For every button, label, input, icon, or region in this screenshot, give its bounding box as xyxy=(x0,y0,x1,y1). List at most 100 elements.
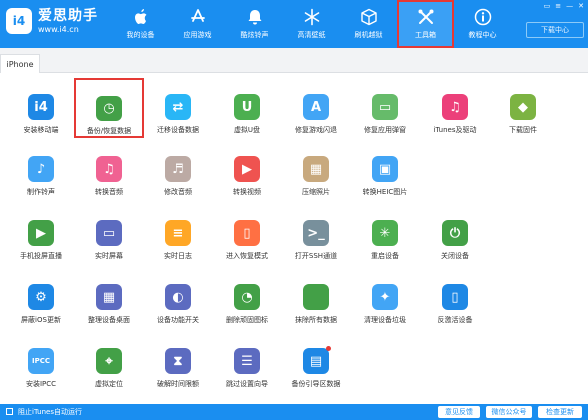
wechat-button[interactable]: 微信公众号 xyxy=(486,406,532,418)
tool-desktop-organize[interactable]: ▦ 整理设备桌面 xyxy=(74,268,144,328)
nav-toolbox[interactable]: 工具箱 xyxy=(397,0,454,48)
main-nav: 我的设备 应用游戏 酷炫铃声 高清壁纸 刷机越狱 工具箱 教程中心 xyxy=(112,0,511,48)
tool-heic-photo[interactable]: ▣ 转换HEIC图片 xyxy=(350,140,420,200)
tool-ringtone-bell[interactable]: ♪ 制作铃声 xyxy=(6,140,76,200)
tool-firmware-cube[interactable]: ◆ 下载固件 xyxy=(488,78,558,138)
live-screen-icon: ▭ xyxy=(96,220,122,246)
tool-skip-setup[interactable]: ☰ 跳过设置向导 xyxy=(212,332,282,392)
nav-ringtones[interactable]: 酷炫铃声 xyxy=(226,0,283,48)
tool-screen-cast[interactable]: ▶ 手机投屏直播 xyxy=(6,204,76,264)
video-convert-icon: ▶ xyxy=(234,156,260,182)
ipcc-icon: IPCC xyxy=(28,348,54,374)
tool-label: 修复应用弹窗 xyxy=(364,126,406,134)
tab-iphone[interactable]: iPhone xyxy=(0,54,40,73)
boot-backup-icon: ▤ xyxy=(303,348,329,374)
ringtone-bell-icon: ♪ xyxy=(28,156,54,182)
tool-label: 转换视频 xyxy=(233,188,261,196)
tool-ipcc[interactable]: IPCC 安装IPCC xyxy=(6,332,76,392)
tool-label: 关闭设备 xyxy=(441,252,469,260)
tool-block-update-gear[interactable]: ⚙ 屏蔽iOS更新 xyxy=(6,268,76,328)
tool-boot-backup[interactable]: ▤ 备份引导区数据 xyxy=(281,332,351,392)
migrate-phone-icon: ⇄ xyxy=(165,94,191,120)
tool-deactivate-device[interactable]: ▯ 反激活设备 xyxy=(420,268,490,328)
top-header: i4 爱思助手 www.i4.cn 我的设备 应用游戏 酷炫铃声 高清壁纸 刷机… xyxy=(0,0,588,48)
nav-tutorials[interactable]: 教程中心 xyxy=(454,0,511,48)
tool-label: 进入恢复模式 xyxy=(226,252,268,260)
audio-convert-icon: ♫ xyxy=(96,156,122,182)
tool-photo-compress[interactable]: ▦ 压缩照片 xyxy=(281,140,351,200)
tool-feature-toggle[interactable]: ◐ 设备功能开关 xyxy=(143,268,213,328)
i4-logo-icon: i4 xyxy=(6,8,32,34)
app-popup-icon: ▭ xyxy=(372,94,398,120)
nav-flash-jailbreak[interactable]: 刷机越狱 xyxy=(340,0,397,48)
tool-usb-drive[interactable]: U 虚拟U盘 xyxy=(212,78,282,138)
tool-location-pin[interactable]: ⌖ 虚拟定位 xyxy=(74,332,144,392)
tool-restart-spinner[interactable]: ✳ 重启设备 xyxy=(350,204,420,264)
tool-erase-apple[interactable]: 抹除所有数据 xyxy=(281,268,351,328)
download-center-button[interactable]: 下载中心 xyxy=(526,22,584,38)
app-url: www.i4.cn xyxy=(38,24,79,34)
tool-hourglass[interactable]: ⧗ 破解时间限额 xyxy=(143,332,213,392)
tool-video-convert[interactable]: ▶ 转换视频 xyxy=(212,140,282,200)
clean-broom-icon: ✦ xyxy=(372,284,398,310)
minimize-icon[interactable]: — xyxy=(566,2,573,10)
new-badge-dot xyxy=(326,346,331,351)
tool-audio-edit[interactable]: ♬ 修改音频 xyxy=(143,140,213,200)
check-update-button[interactable]: 检查更新 xyxy=(538,406,582,418)
power-icon: ⏻ xyxy=(442,220,468,246)
tool-label: 修复游戏闪退 xyxy=(295,126,337,134)
window-controls: ▭ ≡ — ✕ xyxy=(544,2,584,10)
info-icon xyxy=(474,8,492,26)
photo-compress-icon: ▦ xyxy=(303,156,329,182)
tool-label: 修改音频 xyxy=(164,188,192,196)
box-icon xyxy=(360,8,378,26)
tool-label: 压缩照片 xyxy=(302,188,330,196)
tool-ssh-terminal[interactable]: >_ 打开SSH通道 xyxy=(281,204,351,264)
erase-apple-icon xyxy=(303,284,329,310)
tool-live-screen[interactable]: ▭ 实时屏幕 xyxy=(74,204,144,264)
apple-icon xyxy=(132,8,150,26)
tool-audio-convert[interactable]: ♫ 转换音频 xyxy=(74,140,144,200)
close-icon[interactable]: ✕ xyxy=(578,2,584,10)
toolbox-grid: i4 安装移动端 ◷ 备份/恢复数据 ⇄ 迁移设备数据 U 虚拟U盘 A 修复游戏闪退 ▭ 修复应用弹… xyxy=(0,78,588,400)
app-logo: i4 爱思助手 www.i4.cn xyxy=(6,8,98,34)
delete-icon-pie-icon: ◔ xyxy=(234,284,260,310)
tool-label: 虚拟U盘 xyxy=(233,126,261,134)
tool-power[interactable]: ⏻ 关闭设备 xyxy=(420,204,490,264)
tool-i4-app[interactable]: i4 安装移动端 xyxy=(6,78,76,138)
block-itunes-checkbox[interactable] xyxy=(6,408,13,415)
desktop-organize-icon: ▦ xyxy=(96,284,122,310)
i4-app-icon: i4 xyxy=(28,94,54,120)
ssh-terminal-icon: >_ xyxy=(303,220,329,246)
skin-icon[interactable]: ▭ xyxy=(544,2,551,10)
firmware-cube-icon: ◆ xyxy=(510,94,536,120)
recovery-mode-icon: ▯ xyxy=(234,220,260,246)
itunes-icon: ♫ xyxy=(442,94,468,120)
tool-realtime-log[interactable]: ≡ 实时日志 xyxy=(143,204,213,264)
tool-label: 手机投屏直播 xyxy=(20,252,62,260)
tool-clean-broom[interactable]: ✦ 清理设备垃圾 xyxy=(350,268,420,328)
tool-itunes[interactable]: ♫ iTunes及驱动 xyxy=(420,78,490,138)
tool-backup-clock[interactable]: ◷ 备份/恢复数据 xyxy=(74,78,144,138)
appstore-repair-icon: A xyxy=(303,94,329,120)
status-footer: 阻止iTunes自动运行 意见反馈 微信公众号 检查更新 xyxy=(0,404,588,420)
tool-delete-icon-pie[interactable]: ◔ 删除顽固图标 xyxy=(212,268,282,328)
tool-app-popup[interactable]: ▭ 修复应用弹窗 xyxy=(350,78,420,138)
tool-appstore-repair[interactable]: A 修复游戏闪退 xyxy=(281,78,351,138)
nav-my-device[interactable]: 我的设备 xyxy=(112,0,169,48)
screen-cast-icon: ▶ xyxy=(28,220,54,246)
realtime-log-icon: ≡ xyxy=(165,220,191,246)
feedback-button[interactable]: 意见反馈 xyxy=(438,406,480,418)
tool-migrate-phone[interactable]: ⇄ 迁移设备数据 xyxy=(143,78,213,138)
tool-label: 迁移设备数据 xyxy=(157,126,199,134)
heic-photo-icon: ▣ xyxy=(372,156,398,182)
feature-toggle-icon: ◐ xyxy=(165,284,191,310)
location-pin-icon: ⌖ xyxy=(96,348,122,374)
tool-label: iTunes及驱动 xyxy=(433,126,477,134)
tool-recovery-mode[interactable]: ▯ 进入恢复模式 xyxy=(212,204,282,264)
menu-icon[interactable]: ≡ xyxy=(555,2,561,10)
skip-setup-icon: ☰ xyxy=(234,348,260,374)
nav-wallpapers[interactable]: 高清壁纸 xyxy=(283,0,340,48)
nav-apps-games[interactable]: 应用游戏 xyxy=(169,0,226,48)
bell-icon xyxy=(246,8,264,26)
